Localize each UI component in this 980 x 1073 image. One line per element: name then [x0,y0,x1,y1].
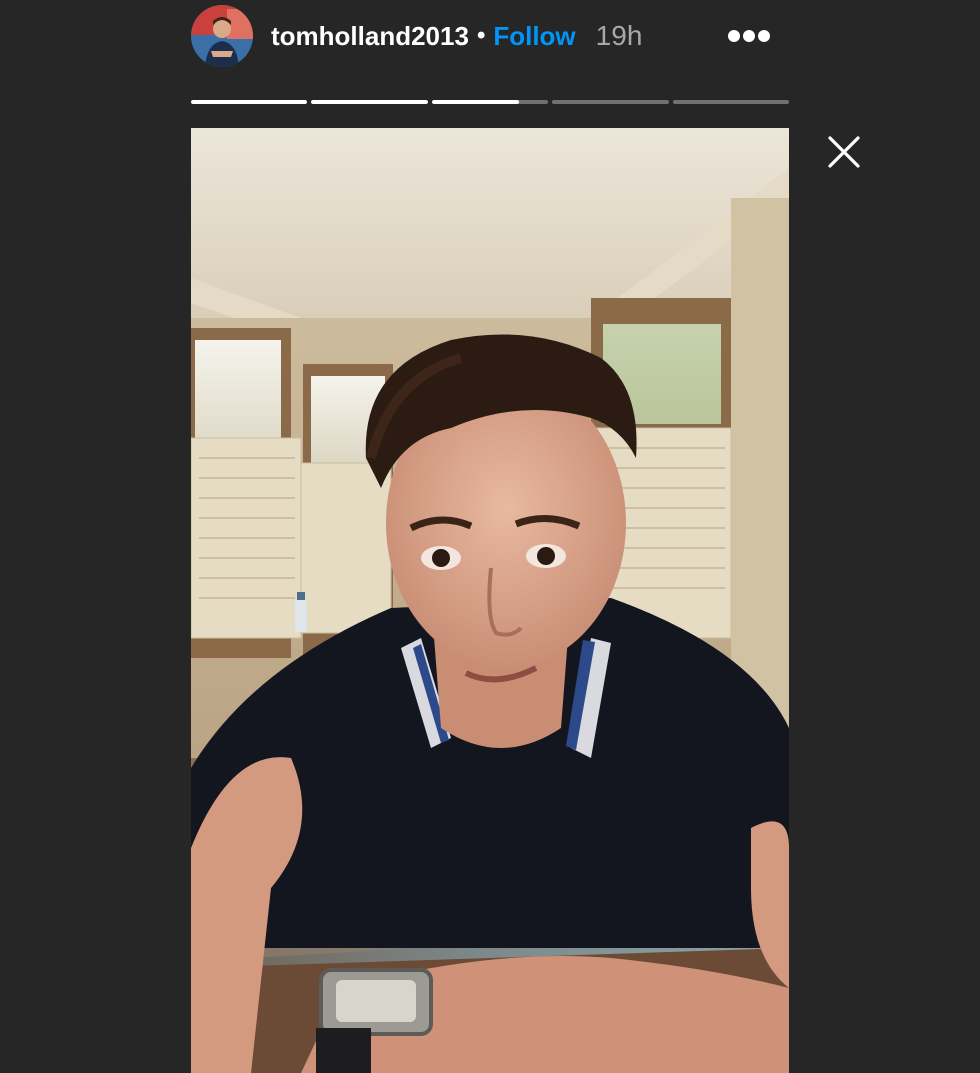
progress-segment [191,100,308,104]
progress-segment [311,100,428,104]
progress-segment-fill [191,100,308,104]
progress-segment-fill [311,100,428,104]
separator-dot: • [476,22,486,49]
profile-avatar[interactable] [191,5,253,67]
progress-segment [672,100,790,104]
post-time: 19h [595,20,643,51]
progress-segment [552,100,669,104]
more-options-icon[interactable] [728,29,770,43]
close-icon[interactable] [826,134,862,170]
story-viewer: tomholland2013 • Follow 19h [0,0,980,1073]
follow-button[interactable]: Follow [493,21,575,52]
username-link[interactable]: tomholland2013 [271,21,469,52]
story-progress-bar [191,100,790,104]
progress-segment-fill [431,100,520,104]
story-media[interactable] [191,128,789,1073]
progress-segment [431,100,549,104]
story-header: tomholland2013 • Follow 19h [191,4,791,68]
